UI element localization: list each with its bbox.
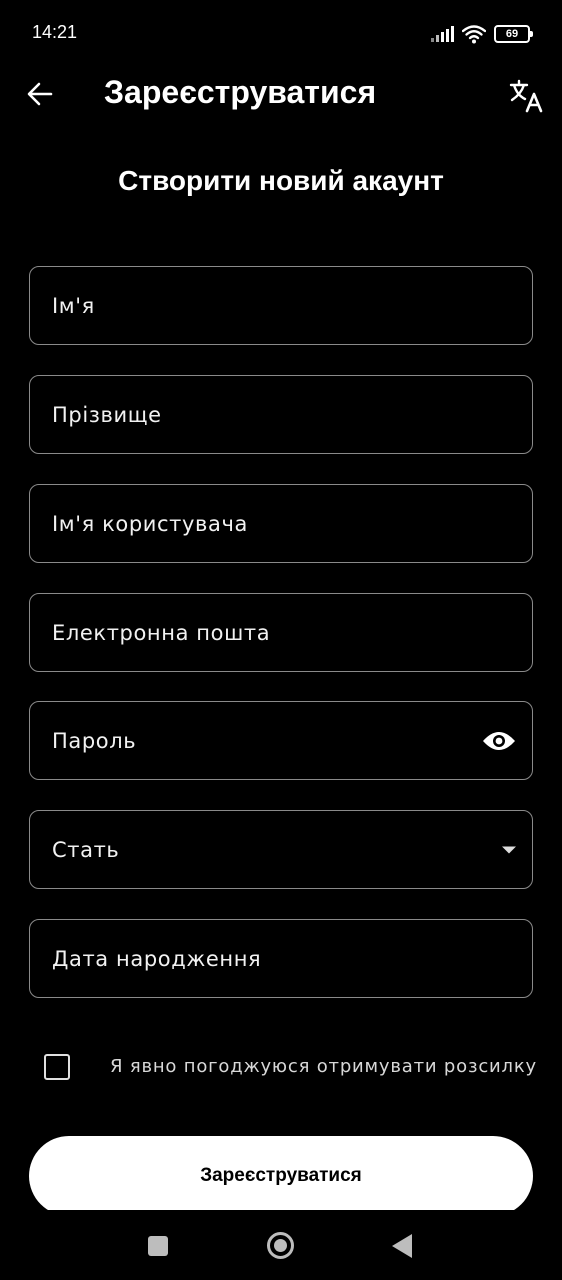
form-heading: Створити новий акаунт — [118, 165, 444, 196]
back-button[interactable] — [22, 76, 58, 112]
recent-apps-icon[interactable] — [148, 1236, 168, 1256]
wifi-icon — [462, 25, 486, 44]
username-field[interactable]: Ім'я користувача — [29, 484, 533, 563]
email-placeholder: Електронна пошта — [52, 620, 271, 645]
dropdown-arrow-icon — [502, 846, 516, 853]
page-title: Зареєструватися — [104, 74, 377, 110]
battery-icon: 69 — [494, 25, 533, 43]
last-name-field[interactable]: Прізвище — [29, 375, 533, 454]
app-bar: Зареєструватися — [0, 66, 562, 126]
password-field[interactable]: Пароль — [29, 701, 533, 780]
eye-icon — [483, 731, 515, 750]
first-name-field[interactable]: Ім'я — [29, 266, 533, 345]
newsletter-label: Я явно погоджуюся отримувати розсилку — [110, 1056, 537, 1077]
birth-date-field[interactable]: Дата народження — [29, 919, 533, 998]
newsletter-checkbox[interactable] — [44, 1054, 70, 1080]
newsletter-consent: Я явно погоджуюся отримувати розсилку — [44, 1048, 544, 1088]
gender-select[interactable]: Стать — [29, 810, 533, 889]
password-placeholder: Пароль — [52, 728, 137, 753]
password-visibility-toggle[interactable] — [482, 729, 516, 753]
back-icon[interactable] — [392, 1234, 412, 1258]
username-placeholder: Ім'я користувача — [52, 511, 248, 536]
arrow-left-icon — [27, 82, 53, 106]
gender-selected-value: Стать — [52, 837, 120, 862]
battery-level: 69 — [505, 28, 519, 40]
translate-icon — [509, 79, 543, 113]
system-nav-bar — [0, 1210, 562, 1280]
last-name-placeholder: Прізвище — [52, 402, 162, 427]
birth-date-placeholder: Дата народження — [52, 946, 262, 971]
status-icons: 69 — [431, 22, 533, 46]
first-name-placeholder: Ім'я — [52, 293, 95, 318]
home-icon[interactable] — [267, 1232, 294, 1259]
email-field[interactable]: Електронна пошта — [29, 593, 533, 672]
status-bar: 14:21 69 — [0, 0, 562, 66]
status-time: 14:21 — [32, 22, 78, 42]
register-button[interactable]: Зареєструватися — [29, 1136, 533, 1216]
signal-icon — [431, 26, 454, 42]
translate-button[interactable] — [506, 76, 546, 116]
